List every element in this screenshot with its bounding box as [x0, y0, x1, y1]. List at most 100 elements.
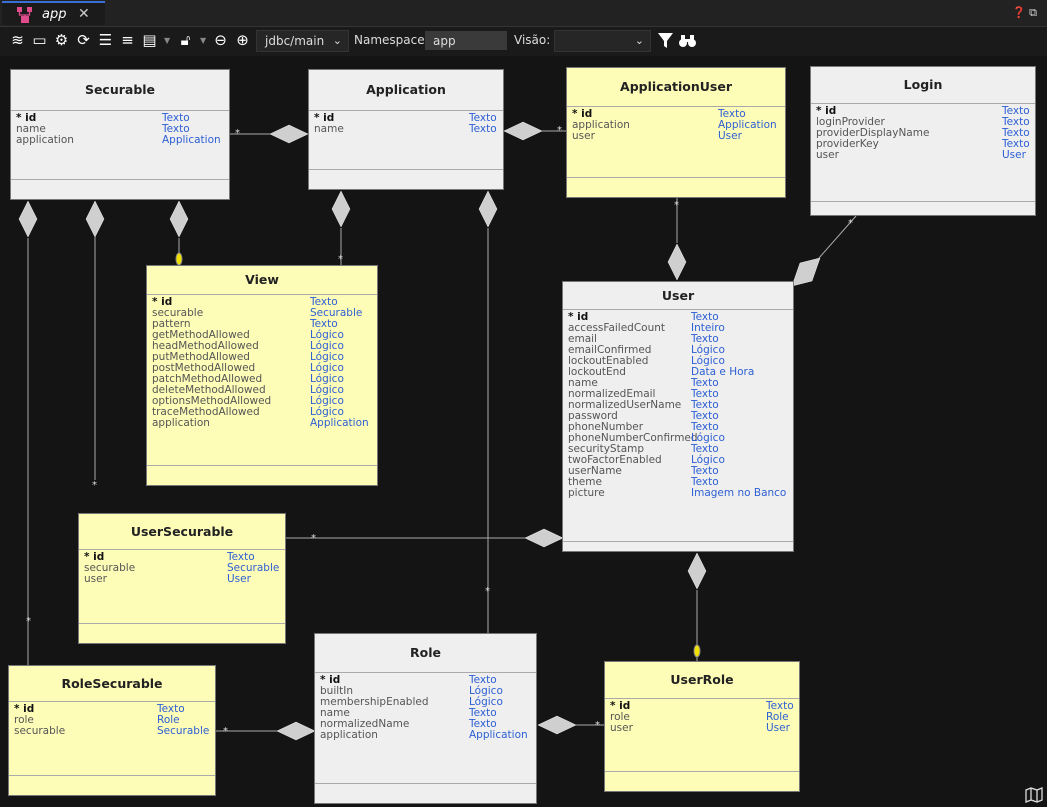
- entity-divider: [811, 201, 1035, 202]
- entity-divider: [811, 103, 1035, 104]
- attribute-name: user: [816, 149, 839, 161]
- entity-divider: [11, 179, 229, 180]
- entity-divider: [79, 623, 285, 624]
- attribute-name: user: [610, 722, 633, 734]
- attribute-row[interactable]: picture Imagem no Banco: [568, 488, 788, 499]
- entity-title: Login: [903, 77, 943, 92]
- entity-divider: [309, 110, 503, 111]
- entity-title: Securable: [84, 82, 156, 97]
- attribute-row[interactable]: * id Texto: [14, 704, 210, 715]
- attribute-row[interactable]: user User: [610, 723, 794, 734]
- attribute-name: user: [572, 130, 595, 142]
- attribute-name: securable: [14, 725, 66, 737]
- attribute-type: Application: [310, 417, 369, 429]
- cardinality-label: *: [595, 720, 600, 731]
- attribute-row[interactable]: application Application: [152, 418, 372, 429]
- composition-diamond-icon[interactable]: [524, 528, 564, 548]
- attribute-row[interactable]: lockoutEnd Data e Hora: [568, 367, 788, 378]
- attribute-type: User: [1002, 149, 1026, 161]
- attribute-row[interactable]: user User: [572, 131, 780, 142]
- entity-divider: [605, 698, 799, 699]
- attribute-name: picture: [568, 487, 605, 499]
- one-to-one-marker-icon: [693, 644, 701, 658]
- entity-divider: [315, 783, 536, 784]
- entity-rolesecurable[interactable]: RoleSecurable * id Texto role Role securable S…: [8, 665, 216, 796]
- attribute-type: User: [718, 130, 742, 142]
- composition-diamond-icon[interactable]: [269, 124, 309, 144]
- composition-diamond-icon[interactable]: [331, 190, 351, 228]
- attribute-row[interactable]: application Application: [320, 730, 531, 741]
- entity-divider: [567, 177, 785, 178]
- entity-title: UserSecurable: [130, 524, 234, 539]
- entity-title: View: [245, 272, 279, 287]
- entity-applicationuser[interactable]: ApplicationUser * id Texto application Appli…: [566, 67, 786, 198]
- entity-title: UserRole: [670, 672, 734, 687]
- composition-diamond-icon[interactable]: [169, 200, 189, 238]
- entity-login[interactable]: Login * id Texto loginProvider Texto provider…: [810, 66, 1036, 216]
- attribute-row[interactable]: user User: [84, 574, 280, 585]
- attribute-row[interactable]: application Application: [572, 120, 780, 131]
- attribute-type: User: [766, 722, 790, 734]
- entity-securable[interactable]: Securable * id Texto name Texto application Ap…: [10, 69, 230, 200]
- composition-diamond-icon[interactable]: [537, 715, 577, 735]
- entity-divider: [79, 549, 285, 550]
- entity-view[interactable]: View * id Texto securable Securable pattern Te…: [146, 265, 378, 486]
- entity-title: Application: [366, 82, 446, 97]
- cardinality-label: *: [223, 726, 228, 737]
- attribute-type: Texto: [469, 123, 497, 135]
- attribute-row[interactable]: application Application: [16, 135, 224, 146]
- cardinality-label: *: [674, 200, 679, 211]
- composition-diamond-icon[interactable]: [791, 257, 821, 287]
- attribute-name: user: [84, 573, 107, 585]
- entity-divider: [147, 294, 377, 295]
- entity-divider: [315, 672, 536, 673]
- entity-divider: [9, 701, 215, 702]
- composition-diamond-icon[interactable]: [18, 200, 38, 238]
- entity-title: Role: [410, 645, 441, 660]
- entity-divider: [309, 169, 503, 170]
- entity-divider: [147, 465, 377, 466]
- entity-divider: [605, 771, 799, 772]
- attribute-name: application: [320, 729, 378, 741]
- cardinality-label: *: [557, 125, 562, 136]
- attribute-row[interactable]: * id Texto: [16, 113, 224, 124]
- attribute-type: Application: [469, 729, 528, 741]
- attribute-type: Imagem no Banco: [691, 487, 787, 499]
- composition-diamond-icon[interactable]: [276, 721, 316, 741]
- entity-role[interactable]: Role * id Texto builtIn Lógico membershipEnab…: [314, 633, 537, 804]
- attribute-row[interactable]: providerKey Texto: [816, 139, 1030, 150]
- entity-divider: [11, 110, 229, 111]
- entity-title: ApplicationUser: [620, 79, 732, 94]
- composition-diamond-icon[interactable]: [667, 243, 687, 281]
- entity-title: User: [661, 288, 695, 303]
- cardinality-label: *: [235, 128, 240, 139]
- composition-diamond-icon[interactable]: [85, 200, 105, 238]
- entity-divider: [563, 541, 793, 542]
- entity-usersecurable[interactable]: UserSecurable * id Texto securable Securable…: [78, 513, 286, 644]
- entity-application[interactable]: Application * id Texto name Texto: [308, 69, 504, 190]
- entity-divider: [563, 309, 793, 310]
- cardinality-label: *: [26, 616, 31, 627]
- cardinality-label: *: [92, 480, 97, 491]
- attribute-row[interactable]: securable Securable: [14, 726, 210, 737]
- attribute-row[interactable]: membershipEnabled Lógico: [320, 697, 531, 708]
- attribute-row[interactable]: name Texto: [314, 124, 498, 135]
- attribute-name: name: [314, 123, 344, 135]
- one-to-one-marker-icon: [175, 252, 183, 266]
- attribute-type: Application: [162, 134, 221, 146]
- attribute-row[interactable]: user User: [816, 150, 1030, 161]
- composition-diamond-icon[interactable]: [687, 552, 707, 590]
- composition-diamond-icon[interactable]: [478, 190, 498, 228]
- entity-divider: [9, 775, 215, 776]
- composition-diamond-icon[interactable]: [503, 121, 543, 141]
- entity-user[interactable]: User * id Texto accessFailedCount Inteiro ema…: [562, 281, 794, 552]
- cardinality-label: *: [485, 586, 490, 597]
- entity-title: RoleSecurable: [61, 676, 163, 691]
- attribute-name: application: [16, 134, 74, 146]
- attribute-type: User: [227, 573, 251, 585]
- attribute-type: Securable: [157, 725, 210, 737]
- attribute-row[interactable]: accessFailedCount Inteiro: [568, 323, 788, 334]
- map-icon[interactable]: [1025, 787, 1043, 803]
- cardinality-label: *: [338, 254, 343, 265]
- entity-userrole[interactable]: UserRole * id Texto role Role user User: [604, 661, 800, 792]
